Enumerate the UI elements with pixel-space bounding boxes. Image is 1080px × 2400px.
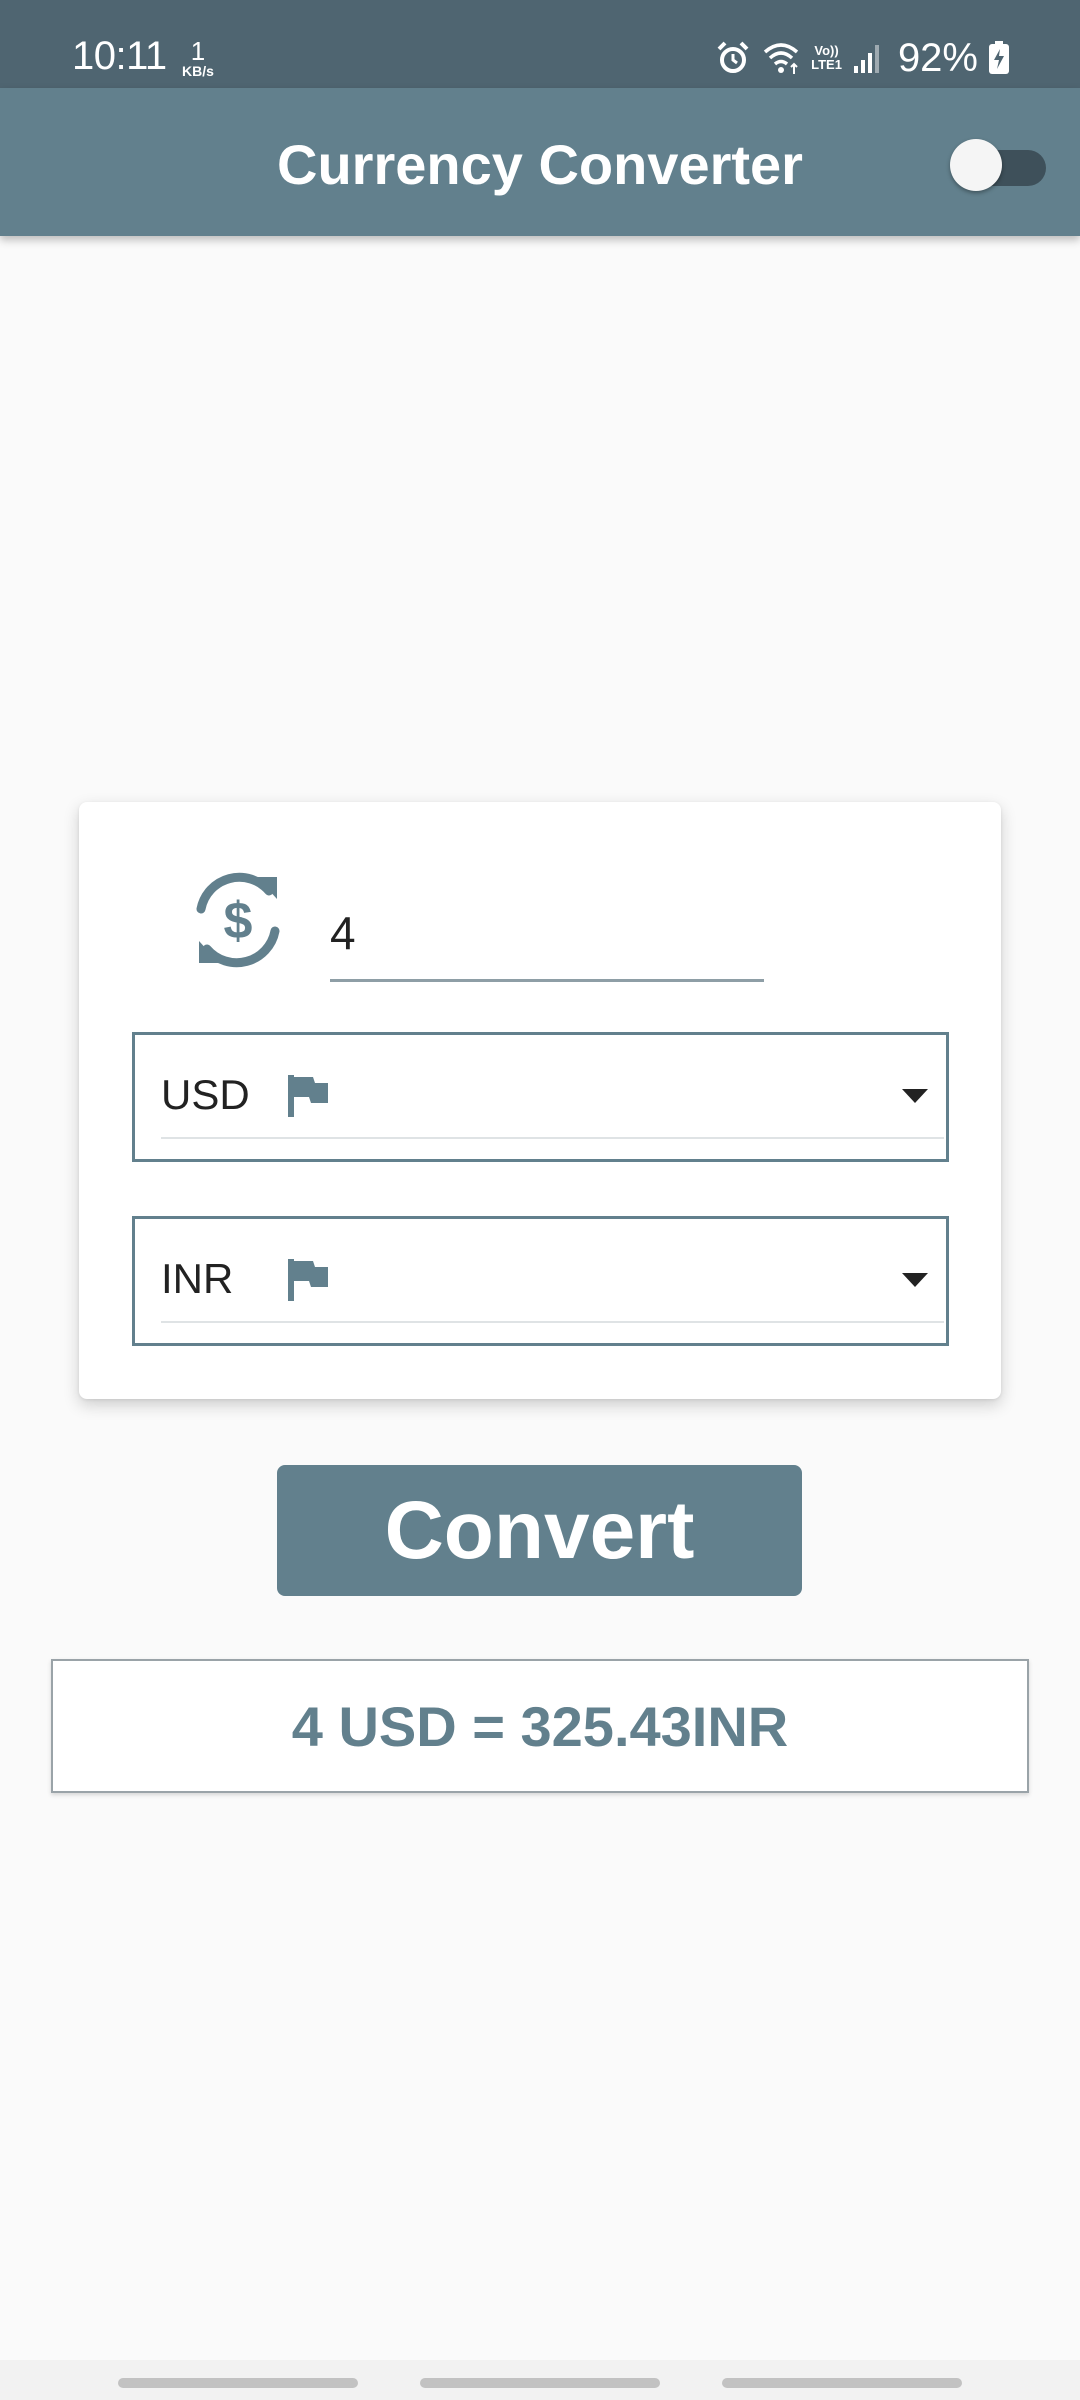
status-icons: Vo)) LTE1 92% bbox=[715, 36, 1010, 80]
nav-home-pill[interactable] bbox=[420, 2378, 660, 2388]
toggle-thumb bbox=[950, 139, 1002, 191]
battery-icon bbox=[988, 41, 1010, 75]
currency-exchange-icon: $ bbox=[196, 872, 280, 968]
converter-card: $ USD INR bbox=[79, 802, 1001, 1399]
to-currency-code: INR bbox=[161, 1255, 234, 1302]
dropdown-underline bbox=[161, 1321, 944, 1323]
conversion-result: 4 USD = 325.43INR bbox=[291, 1694, 789, 1758]
svg-text:$: $ bbox=[224, 892, 253, 950]
to-currency-dropdown[interactable]: INR bbox=[132, 1216, 949, 1346]
nav-back-pill[interactable] bbox=[722, 2378, 962, 2388]
flag-icon bbox=[288, 1075, 328, 1117]
wifi-icon bbox=[761, 40, 801, 76]
alarm-icon bbox=[715, 40, 751, 76]
signal-icon bbox=[852, 42, 882, 74]
battery-percentage: 92% bbox=[897, 35, 978, 80]
dropdown-underline bbox=[161, 1137, 944, 1139]
app-title: Currency Converter bbox=[277, 133, 803, 196]
convert-button[interactable]: Convert bbox=[277, 1465, 802, 1596]
network-speed-unit: KB/s bbox=[182, 63, 214, 79]
chevron-down-icon bbox=[902, 1089, 928, 1103]
amount-input[interactable] bbox=[330, 858, 764, 982]
navigation-bar bbox=[0, 2360, 1080, 2400]
flag-icon bbox=[288, 1259, 328, 1301]
from-currency-code: USD bbox=[161, 1071, 250, 1118]
network-speed: 1 KB/s bbox=[178, 38, 218, 78]
app-bar: Currency Converter bbox=[0, 88, 1080, 236]
status-bar: 10:11 1 KB/s Vo)) LTE1 92% bbox=[0, 0, 1080, 88]
nav-recents-pill[interactable] bbox=[118, 2378, 358, 2388]
volte-icon: Vo)) LTE1 bbox=[811, 44, 842, 71]
result-box: 4 USD = 325.43INR bbox=[51, 1659, 1029, 1793]
chevron-down-icon bbox=[902, 1273, 928, 1287]
volte-bottom-label: LTE1 bbox=[811, 57, 842, 72]
network-speed-value: 1 bbox=[190, 36, 206, 66]
status-time: 10:11 bbox=[72, 34, 167, 78]
theme-toggle[interactable] bbox=[950, 136, 1046, 192]
from-currency-dropdown[interactable]: USD bbox=[132, 1032, 949, 1162]
